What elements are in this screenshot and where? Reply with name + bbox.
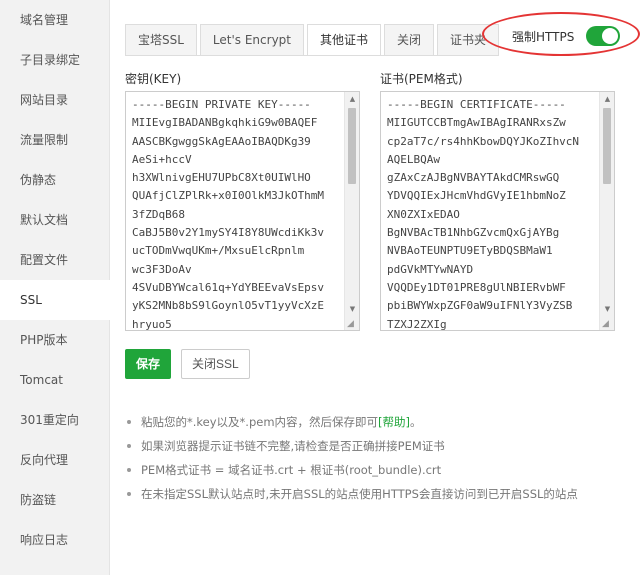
bullet-icon — [127, 492, 131, 496]
help-link[interactable]: [帮助] — [378, 415, 410, 429]
resize-grip-icon[interactable]: ◢ — [602, 319, 612, 329]
sidebar-item-php-version[interactable]: PHP版本 — [0, 320, 109, 360]
tab-bt-ssl[interactable]: 宝塔SSL — [125, 24, 197, 56]
sidebar-item-301-redirect[interactable]: 301重定向 — [0, 400, 109, 440]
sidebar-item-traffic-limit[interactable]: 流量限制 — [0, 120, 109, 160]
tip-text: PEM格式证书 = 域名证书.crt + 根证书(root_bundle).cr… — [141, 463, 442, 477]
sidebar-item-tomcat[interactable]: Tomcat — [0, 360, 109, 400]
sidebar-item-site-dir[interactable]: 网站目录 — [0, 80, 109, 120]
scroll-up-icon[interactable]: ▲ — [600, 92, 614, 106]
close-ssl-button[interactable]: 关闭SSL — [181, 349, 250, 379]
tab-close[interactable]: 关闭 — [384, 24, 435, 56]
tabs-divider — [125, 55, 485, 56]
scroll-thumb[interactable] — [603, 108, 611, 184]
sidebar-item-reverse-proxy[interactable]: 反向代理 — [0, 440, 109, 480]
key-scrollbar[interactable]: ▲ ▼ — [344, 92, 359, 330]
sidebar-item-response-log[interactable]: 响应日志 — [0, 520, 109, 560]
force-https-label: 强制HTTPS — [512, 29, 575, 44]
tips-list: 粘贴您的*.key以及*.pem内容，然后保存即可[帮助]。 如果浏览器提示证书… — [125, 410, 635, 506]
cert-label: 证书(PEM格式) — [380, 72, 463, 86]
bullet-icon — [127, 468, 131, 472]
ssl-tabs: 宝塔SSL Let's Encrypt 其他证书 关闭 证书夹 — [125, 24, 502, 56]
resize-grip-icon[interactable]: ◢ — [347, 319, 357, 329]
sidebar-item-domain[interactable]: 域名管理 — [0, 0, 109, 40]
cert-textarea-content: -----BEGIN CERTIFICATE----- MIIGUTCCBTmg… — [387, 98, 580, 331]
scroll-up-icon[interactable]: ▲ — [345, 92, 359, 106]
ssl-panel: 宝塔SSL Let's Encrypt 其他证书 关闭 证书夹 强制HTTPS … — [110, 0, 642, 575]
list-item: 粘贴您的*.key以及*.pem内容，然后保存即可[帮助]。 — [125, 410, 635, 434]
bullet-icon — [127, 444, 131, 448]
key-textarea[interactable]: -----BEGIN PRIVATE KEY----- MIIEvgIBADAN… — [125, 91, 360, 331]
scroll-thumb[interactable] — [348, 108, 356, 184]
list-item: PEM格式证书 = 域名证书.crt + 根证书(root_bundle).cr… — [125, 458, 635, 482]
key-label: 密钥(KEY) — [125, 72, 182, 86]
list-item: 如果浏览器提示证书链不完整,请检查是否正确拼接PEM证书 — [125, 434, 635, 458]
tip-text: 在未指定SSL默认站点时,未开启SSL的站点使用HTTPS会直接访问到已开启SS… — [141, 487, 578, 501]
cert-scrollbar[interactable]: ▲ ▼ — [599, 92, 614, 330]
scroll-down-icon[interactable]: ▼ — [345, 302, 359, 316]
tab-other-cert[interactable]: 其他证书 — [307, 24, 382, 56]
sidebar-item-default-doc[interactable]: 默认文档 — [0, 200, 109, 240]
force-https-control: 强制HTTPS — [488, 20, 636, 52]
cert-textarea[interactable]: -----BEGIN CERTIFICATE----- MIIGUTCCBTmg… — [380, 91, 615, 331]
sidebar-item-rewrite[interactable]: 伪静态 — [0, 160, 109, 200]
tip-text: 如果浏览器提示证书链不完整,请检查是否正确拼接PEM证书 — [141, 439, 445, 453]
list-item: 在未指定SSL默认站点时,未开启SSL的站点使用HTTPS会直接访问到已开启SS… — [125, 482, 635, 506]
tab-lets-encrypt[interactable]: Let's Encrypt — [199, 24, 304, 56]
tip-text: 粘贴您的*.key以及*.pem内容，然后保存即可 — [141, 415, 379, 429]
key-textarea-content: -----BEGIN PRIVATE KEY----- MIIEvgIBADAN… — [132, 98, 325, 331]
sidebar-item-config-file[interactable]: 配置文件 — [0, 240, 109, 280]
sidebar: 域名管理 子目录绑定 网站目录 流量限制 伪静态 默认文档 配置文件 SSL P… — [0, 0, 110, 575]
tip-suffix: 。 — [410, 415, 422, 429]
scroll-down-icon[interactable]: ▼ — [600, 302, 614, 316]
sidebar-item-subdir-binding[interactable]: 子目录绑定 — [0, 40, 109, 80]
bullet-icon — [127, 420, 131, 424]
save-button[interactable]: 保存 — [125, 349, 172, 379]
force-https-toggle[interactable] — [586, 26, 621, 46]
sidebar-item-ssl[interactable]: SSL — [0, 280, 110, 320]
sidebar-item-hotlink[interactable]: 防盗链 — [0, 480, 109, 520]
toggle-knob — [602, 28, 619, 44]
